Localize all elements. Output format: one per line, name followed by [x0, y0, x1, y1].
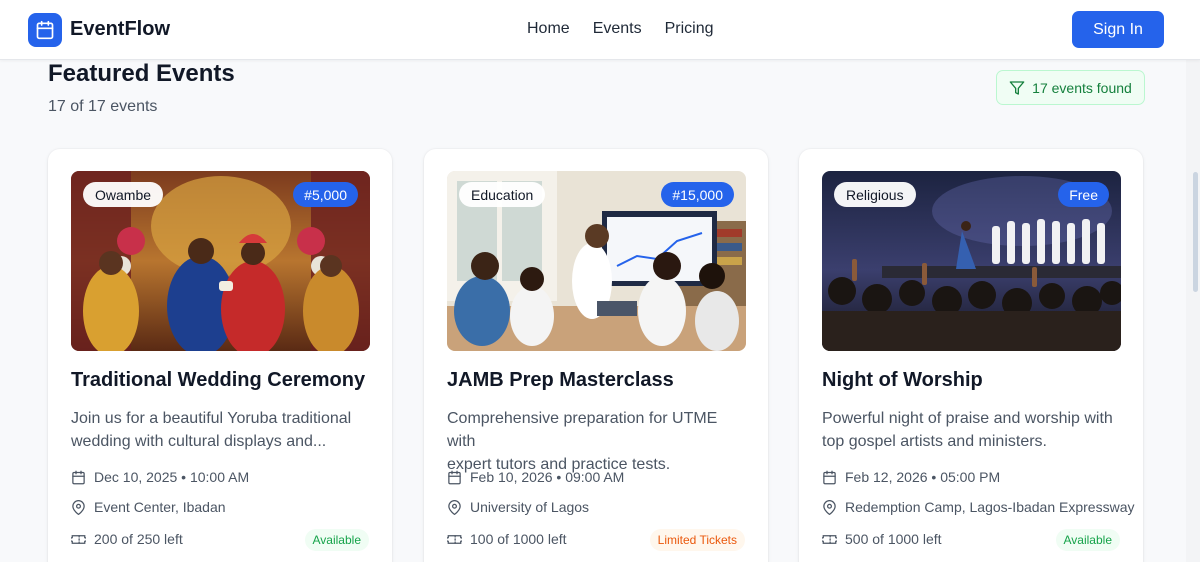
status-badge: Limited Tickets	[649, 529, 745, 551]
nav-link-events[interactable]: Events	[593, 20, 642, 38]
event-description: Comprehensive preparation for UTME with …	[447, 407, 747, 476]
calendar-icon	[448, 470, 461, 484]
event-tickets-text: 200 of 250 left	[94, 531, 183, 547]
calendar-icon	[823, 470, 836, 484]
category-tag: Education	[459, 182, 546, 207]
event-image: Education #15,000	[447, 171, 746, 351]
events-found-label: 17 events found	[1032, 79, 1132, 96]
price-tag: #5,000	[293, 182, 358, 207]
event-card[interactable]: Owambe #5,000 Traditional Wedding Ceremo…	[48, 149, 392, 562]
price-tag: #15,000	[661, 182, 734, 207]
top-navbar: EventFlow Home Events Pricing Sign In	[0, 0, 1200, 60]
event-location: Event Center, Ibadan	[71, 499, 226, 515]
category-tag: Religious	[834, 182, 916, 207]
event-image: Owambe #5,000	[71, 171, 370, 351]
event-datetime: Feb 12, 2026 • 05:00 PM	[822, 469, 1000, 485]
event-tickets-text: 100 of 1000 left	[470, 531, 567, 547]
event-datetime-text: Feb 12, 2026 • 05:00 PM	[845, 469, 1001, 485]
event-title[interactable]: JAMB Prep Masterclass	[447, 369, 674, 392]
filter-icon	[1009, 80, 1025, 95]
event-title[interactable]: Night of Worship	[822, 369, 983, 392]
event-location-text: Redemption Camp, Lagos-Ibadan Expressway	[845, 499, 1135, 515]
event-datetime-text: Dec 10, 2025 • 10:00 AM	[94, 469, 250, 485]
event-tickets: 200 of 250 left	[71, 531, 183, 547]
event-card[interactable]: Religious Free Night of Worship Powerful…	[799, 149, 1143, 562]
ticket-icon	[71, 534, 86, 544]
ticket-icon	[447, 534, 462, 544]
event-description-line: wedding with cultural displays and...	[71, 433, 327, 450]
event-location: University of Lagos	[447, 499, 589, 515]
event-tickets: 100 of 1000 left	[447, 531, 567, 547]
event-description-line: Powerful night of praise and worship wit…	[822, 410, 1113, 427]
scrollbar-track[interactable]	[1186, 60, 1200, 562]
calendar-icon	[72, 470, 85, 484]
event-title[interactable]: Traditional Wedding Ceremony	[71, 369, 365, 392]
status-badge: Available	[304, 529, 369, 551]
sign-in-button[interactable]: Sign In	[1072, 11, 1164, 48]
event-datetime: Dec 10, 2025 • 10:00 AM	[71, 469, 249, 485]
main-nav: Home Events Pricing	[527, 20, 714, 38]
event-image: Religious Free	[822, 171, 1121, 351]
event-description-line: Join us for a beautiful Yoruba tradition…	[71, 410, 352, 427]
page-title: Featured Events	[48, 60, 235, 87]
event-description: Join us for a beautiful Yoruba tradition…	[71, 407, 371, 453]
price-tag: Free	[1058, 182, 1109, 207]
nav-link-home[interactable]: Home	[527, 20, 570, 38]
event-location-text: University of Lagos	[470, 499, 590, 515]
event-datetime-text: Feb 10, 2026 • 09:00 AM	[470, 469, 625, 485]
event-card[interactable]: Education #15,000 JAMB Prep Masterclass …	[424, 149, 768, 562]
brand-name[interactable]: EventFlow	[70, 18, 170, 41]
event-location: Redemption Camp, Lagos-Ibadan Expressway	[822, 499, 1135, 515]
event-description-line: top gospel artists and ministers.	[822, 433, 1047, 450]
event-datetime: Feb 10, 2026 • 09:00 AM	[447, 469, 624, 485]
status-badge: Available	[1055, 529, 1120, 551]
events-found-badge[interactable]: 17 events found	[996, 70, 1145, 105]
category-tag: Owambe	[83, 182, 164, 207]
map-pin-icon	[448, 499, 461, 515]
nav-link-pricing[interactable]: Pricing	[665, 20, 714, 38]
event-description: Powerful night of praise and worship wit…	[822, 407, 1122, 453]
event-description-line: Comprehensive preparation for UTME with	[447, 410, 718, 450]
events-count: 17 of 17 events	[48, 98, 158, 115]
map-pin-icon	[72, 499, 85, 515]
ticket-icon	[822, 534, 837, 544]
scrollbar-thumb[interactable]	[1193, 172, 1198, 292]
map-pin-icon	[823, 499, 836, 515]
calendar-logo-icon[interactable]	[28, 13, 62, 47]
event-tickets: 500 of 1000 left	[822, 531, 942, 547]
event-location-text: Event Center, Ibadan	[94, 499, 226, 515]
event-tickets-text: 500 of 1000 left	[845, 531, 942, 547]
